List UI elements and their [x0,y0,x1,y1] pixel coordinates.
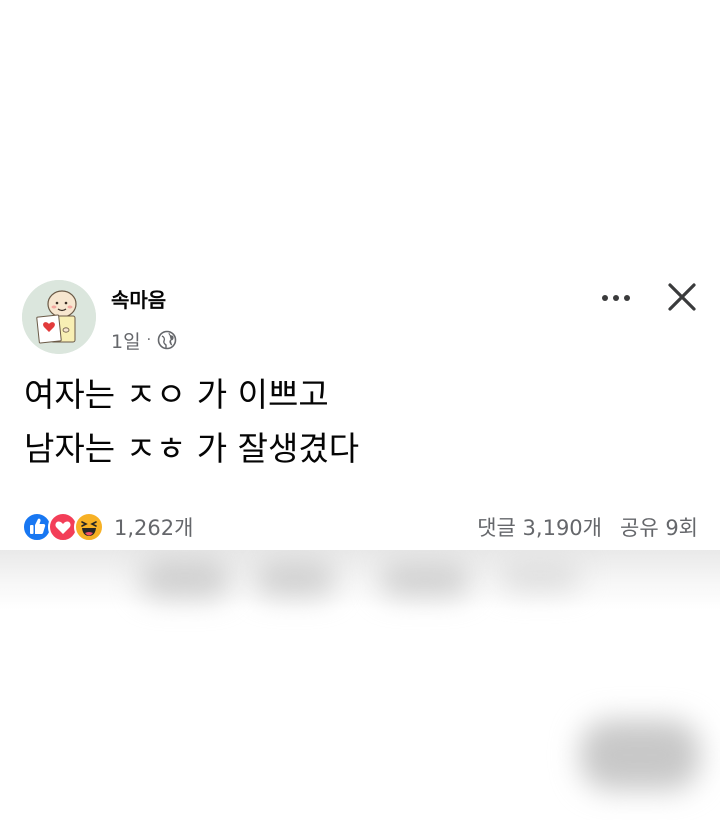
close-button[interactable] [662,280,702,316]
globe-icon [157,330,177,350]
reaction-summary[interactable]: 1,262개 [22,512,193,542]
more-dot-icon [602,295,608,301]
post-body: 여자는 ㅈㅇ 가 이쁘고 남자는 ㅈㅎ 가 잘생겼다 [24,368,704,476]
close-icon [668,283,696,311]
more-dot-icon [624,295,630,301]
blurred-shape [380,562,470,596]
post-text-line: 여자는 ㅈㅇ 가 이쁘고 [24,375,329,414]
haha-icon [74,512,104,542]
reaction-count[interactable]: 1,262개 [114,512,193,542]
blurred-band [0,550,720,610]
blurred-shape [500,560,580,590]
blurred-shape [255,560,335,596]
blurred-shape [580,720,700,790]
reaction-icons [22,512,104,542]
blurred-background [0,550,720,820]
post-time[interactable]: 1일 [111,327,141,354]
more-options-button[interactable] [596,288,636,308]
more-dot-icon [613,295,619,301]
post-meta: 1일 · [111,327,177,354]
post-stats: 댓글 3,190개 공유 9회 [477,512,698,542]
avatar[interactable] [22,280,96,354]
comment-count[interactable]: 댓글 3,190개 [477,512,602,542]
share-count[interactable]: 공유 9회 [620,512,698,542]
post-text-line: 남자는 ㅈㅎ 가 잘생겼다 [24,429,360,468]
author-name[interactable]: 속마음 [111,288,166,312]
screenshot-page: 속마음 1일 · 여자는 ㅈㅇ 가 이쁘고 남자는 ㅈㅎ 가 잘생겼다 1,26… [0,0,720,820]
feed-post: 속마음 1일 · 여자는 ㅈㅇ 가 이쁘고 남자는 ㅈㅎ 가 잘생겼다 1,26… [0,268,720,550]
avatar-illustration [22,280,96,354]
blurred-shape [140,558,230,598]
meta-separator: · [146,332,152,348]
